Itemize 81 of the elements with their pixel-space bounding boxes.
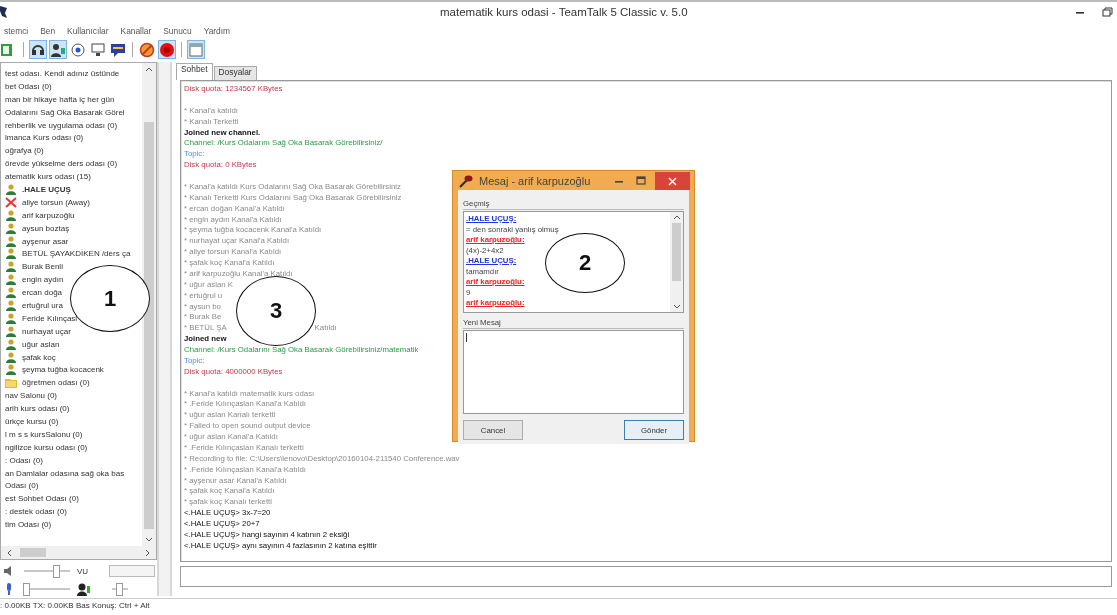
person-icon	[50, 41, 66, 58]
channel-item[interactable]: l m s s kursSalonu (0)	[5, 429, 83, 439]
toolbar-button[interactable]	[89, 40, 107, 59]
user-item[interactable]: engin aydın	[22, 275, 64, 285]
vu-label: VU	[77, 566, 90, 576]
scrollbar[interactable]	[670, 212, 683, 312]
channel-item[interactable]: oğrafya (0)	[5, 146, 44, 156]
scrollbar[interactable]	[1, 546, 156, 559]
record-icon	[159, 41, 175, 58]
channel-item[interactable]: test odası. Kendi adınız üstünde	[5, 68, 120, 78]
slider[interactable]	[24, 582, 70, 596]
scroll-thumb[interactable]	[672, 223, 681, 281]
channel-item[interactable]: nav Salonu (0)	[5, 391, 58, 401]
channel-item[interactable]: est Sohbet Odası (0)	[5, 494, 79, 504]
toolbar-button[interactable]	[138, 40, 156, 59]
channel-item[interactable]: : Odası (0)	[5, 455, 43, 465]
channel-item[interactable]: rehberlik ve uygulama odası (0)	[5, 120, 118, 130]
channel-item[interactable]: ngilizce kursu odası (0)	[5, 442, 88, 452]
channel-item[interactable]: atematik kurs odası (15)	[5, 172, 91, 182]
menu-item[interactable]: Kanallar	[120, 25, 152, 36]
channel-item[interactable]: lmanca Kurs odası (0)	[5, 133, 84, 143]
menu-item[interactable]: Yardım	[203, 25, 231, 36]
toolbar-button[interactable]	[49, 40, 67, 59]
close-button[interactable]	[655, 172, 690, 190]
voice-icon	[77, 582, 91, 596]
toolbar-button[interactable]	[29, 40, 47, 59]
slider[interactable]	[24, 564, 70, 578]
user-item[interactable]: nurhayat uçar	[22, 326, 71, 336]
slider-thumb[interactable]	[116, 582, 124, 596]
channel-item[interactable]: Odalarını Sağ Oka Basarak Görel	[5, 107, 125, 117]
prohibited-icon	[139, 41, 155, 58]
menu-item[interactable]: Sunucu	[163, 25, 192, 36]
user-item[interactable]: ertuğrul ura	[22, 300, 63, 310]
app-icon	[0, 5, 8, 19]
user-item[interactable]: arif karpuzoğlu	[22, 210, 75, 220]
user-item[interactable]: uğur aslan	[22, 339, 60, 349]
menu-item[interactable]: Kullanıcılar	[67, 25, 109, 36]
guitar-icon	[459, 173, 473, 188]
message-field[interactable]	[180, 566, 1112, 587]
user-item[interactable]: ayşenur asar	[22, 236, 69, 246]
chat-icon	[110, 41, 126, 58]
user-item[interactable]: ercan doğa	[22, 288, 63, 298]
dialog-title: Mesaj - arif karpuzoğlu	[479, 174, 592, 187]
channel-item[interactable]: örevde yükselme ders odası (0)	[5, 159, 118, 169]
user-item[interactable]: şafak koç	[22, 352, 56, 362]
folder-icon	[5, 377, 17, 389]
window-title: matematik kurs odasi - TeamTalk 5 Classic v. 5.0	[440, 6, 688, 18]
channel-item[interactable]: arih kurs odası (0)	[5, 404, 70, 414]
channel-item[interactable]: tim Odası (0)	[5, 520, 52, 530]
user-item[interactable]: BETÜL ŞAYAKDİKEN /ders ça	[22, 249, 131, 259]
channel-item[interactable]: Odası (0)	[5, 481, 39, 491]
user-item[interactable]: şeyma tuğba kocacenk	[22, 365, 104, 375]
slider-thumb[interactable]	[23, 582, 31, 596]
menu-item[interactable]: stemci	[4, 25, 29, 36]
slider-thumb[interactable]	[53, 564, 61, 578]
toolbar-button[interactable]	[69, 40, 87, 59]
status-text: : 0.00KB TX: 0.00KB Bas Konuş: Ctrl + Alt	[0, 601, 150, 610]
channel-item[interactable]: : destek odası (0)	[5, 507, 67, 517]
toolbar-button[interactable]	[158, 40, 176, 59]
user-item[interactable]: .HALE UÇUŞ	[22, 184, 71, 194]
slider[interactable]	[112, 582, 128, 596]
user-item[interactable]: Feride Kılınçasl	[22, 313, 78, 323]
close-icon	[668, 176, 677, 186]
user-item[interactable]: Burak Benli	[22, 262, 63, 272]
message-field[interactable]	[463, 330, 684, 414]
radio-icon	[70, 41, 86, 58]
tab[interactable]: Dosyalar	[213, 66, 257, 80]
user-item[interactable]: aysun boztaş	[22, 223, 70, 233]
scroll-thumb[interactable]	[144, 122, 154, 529]
channel-item[interactable]: bet Odası (0)	[5, 81, 52, 91]
channel-item[interactable]: ürkçe kursu (0)	[5, 417, 59, 426]
scroll-thumb[interactable]	[20, 548, 46, 557]
user-item[interactable]: aliye torsun (Away)	[22, 197, 90, 207]
tab[interactable]: Sohbet	[176, 63, 213, 80]
window-icon	[188, 41, 204, 58]
monitor-icon	[90, 41, 106, 58]
channel-item[interactable]: man bir hikaye hafta iç her gün	[5, 94, 115, 104]
channel-item[interactable]: an Damlalar odasına sağ oka bas	[5, 468, 125, 478]
scrollbar[interactable]	[142, 63, 156, 546]
menu-item[interactable]: Ben	[40, 25, 56, 36]
channel-item[interactable]: öğretmen odası (0)	[22, 378, 90, 388]
